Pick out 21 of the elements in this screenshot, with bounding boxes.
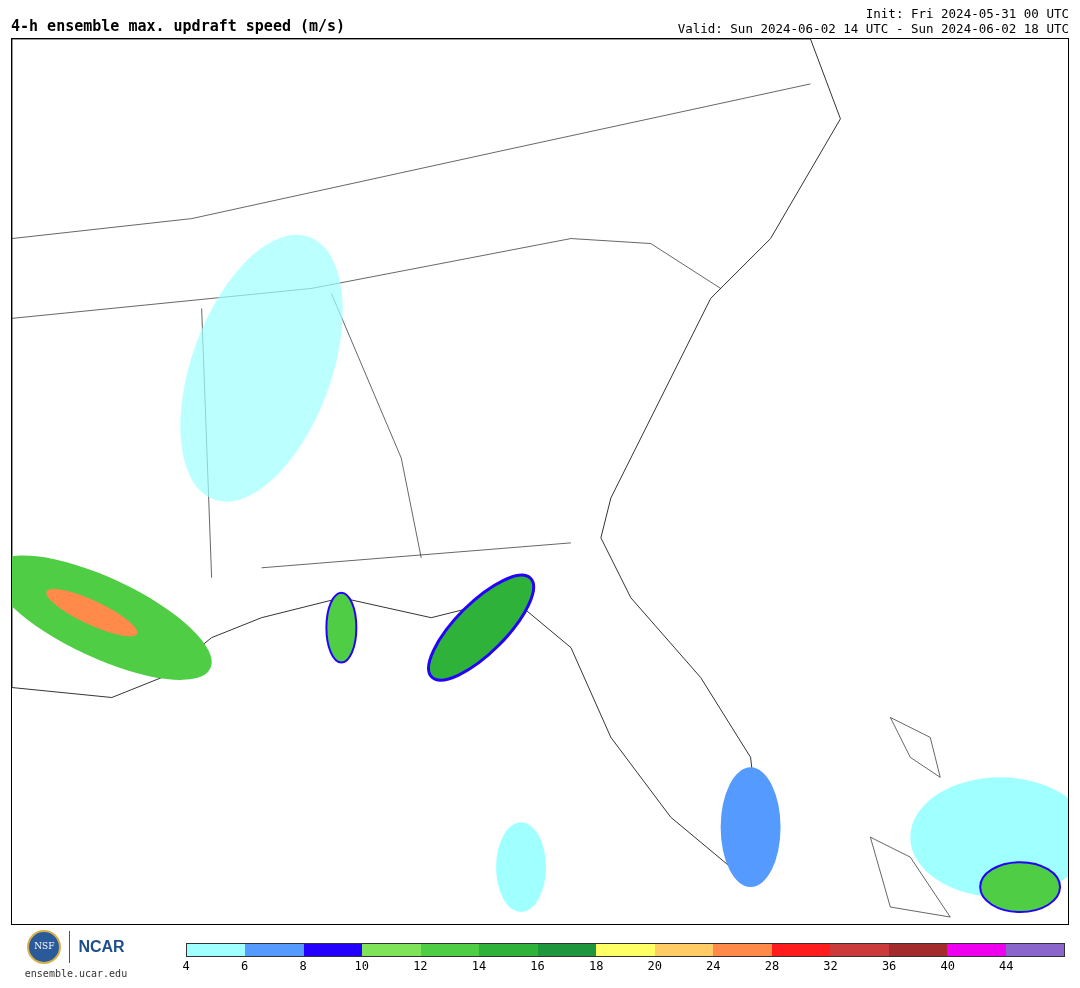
chart-title: 4-h ensemble max. updraft speed (m/s) [11, 17, 346, 36]
scale-tick-label: 18 [588, 960, 604, 972]
ncar-logo: NCAR [78, 937, 125, 957]
scale-tick-label: 12 [413, 960, 428, 972]
scale-tick-label: 44 [999, 960, 1014, 972]
scale-tick-label: 4 [182, 960, 190, 972]
init-time: Init: Fri 2024-05-31 00 UTC [865, 6, 1069, 21]
scale-tick-label: 10 [354, 960, 369, 972]
scale-tick-label: 8 [299, 960, 307, 972]
scale-tick-label: 6 [241, 960, 249, 972]
scale-tick-label: 24 [706, 960, 721, 972]
scale-tick-label: 40 [940, 960, 955, 972]
scale-tick-label: 20 [647, 960, 662, 972]
scale-tick-label: 16 [530, 960, 545, 972]
nsf-logo: NSF [27, 930, 62, 964]
scale-tick-label: 32 [823, 960, 838, 972]
valid-time: Valid: Sun 2024-06-02 14 UTC - Sun 2024-06-02 18 UTC [677, 21, 1069, 36]
scale-tick-label: 28 [764, 960, 780, 972]
scale-tick-label: 36 [881, 960, 897, 972]
scale-tick-label: 14 [471, 960, 487, 972]
site-url: ensemble.ucar.edu [24, 967, 128, 981]
